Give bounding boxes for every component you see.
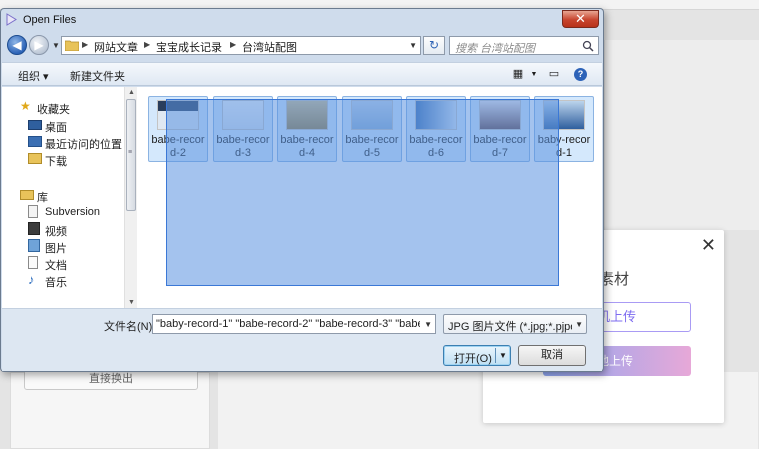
breadcrumb-item[interactable]: 宝宝成长记录 (156, 39, 222, 55)
open-options-chevron-icon[interactable]: ▼ (499, 351, 507, 360)
close-icon[interactable]: ✕ (701, 235, 716, 256)
nav-favorites[interactable]: ★ 收藏夹 (20, 99, 124, 117)
back-arrow-icon[interactable]: ◀ (7, 35, 27, 55)
nav-item-documents[interactable]: 文档 (28, 255, 124, 272)
nav-item-music[interactable]: ♪ 音乐 (28, 272, 124, 289)
document-library-icon (28, 256, 38, 269)
music-note-icon: ♪ (28, 272, 35, 287)
forward-arrow-icon[interactable]: ▶ (29, 35, 49, 55)
nav-item-subversion[interactable]: Subversion (28, 204, 124, 221)
background-side-panel (604, 40, 759, 230)
split-divider (495, 348, 496, 363)
search-placeholder: 搜索 台湾站配图 (455, 43, 536, 55)
scroll-up-icon[interactable]: ▲ (128, 89, 135, 96)
nav-item-pictures[interactable]: 图片 (28, 238, 124, 255)
star-icon: ★ (20, 99, 31, 113)
library-icon (20, 190, 34, 200)
recent-locations-dropdown-icon[interactable]: ▼ (52, 41, 60, 50)
filename-label: 文件名(N): (104, 321, 156, 333)
document-library-icon (28, 205, 38, 218)
scrollbar-grip-icon: ≡ (128, 149, 133, 156)
nav-item-desktop[interactable]: 桌面 (28, 117, 124, 134)
recent-places-icon (28, 136, 42, 147)
breadcrumb-separator-icon[interactable]: ▶ (144, 40, 150, 49)
chevron-down-icon[interactable]: ▼ (575, 320, 583, 329)
open-files-dialog: Open Files ✕ ◀ ▶ ▼ ▶ 网站文章 ▶ 宝宝成长记录 ▶ 台湾站… (0, 8, 604, 372)
selection-marquee (166, 99, 559, 286)
address-bar[interactable]: ▶ 网站文章 ▶ 宝宝成长记录 ▶ 台湾站配图 ▼ (61, 36, 421, 55)
chevron-down-icon[interactable]: ▼ (424, 320, 432, 329)
filename-value: "baby-record-1" "babe-record-2" "babe-re… (156, 318, 420, 330)
navigation-pane: ★ 收藏夹 桌面 最近访问的位置 下载 库 Subversion 视频 图片 文… (2, 87, 124, 308)
downloads-folder-icon (28, 153, 42, 164)
cancel-button[interactable]: 取消 (518, 345, 586, 366)
dialog-bottom-panel: 文件名(N): "baby-record-1" "babe-record-2" … (2, 308, 602, 371)
picture-library-icon (28, 239, 40, 252)
file-type-select[interactable]: JPG 图片文件 (*.jpg;*.pjpeg;*. ▼ (443, 314, 587, 334)
dialog-titlebar[interactable]: Open Files ✕ (1, 9, 603, 31)
open-button[interactable]: 打开(O) ▼ (443, 345, 511, 366)
preview-pane-icon[interactable]: ▭ (546, 67, 562, 82)
nav-item-recent[interactable]: 最近访问的位置 (28, 134, 124, 151)
search-icon[interactable] (582, 40, 594, 52)
desktop-icon (28, 120, 42, 130)
nav-libraries[interactable]: 库 (20, 187, 124, 204)
chevron-down-icon[interactable]: ▼ (409, 41, 417, 50)
file-type-value: JPG 图片文件 (*.jpg;*.pjpeg;*. (448, 321, 572, 333)
scroll-down-icon[interactable]: ▼ (128, 299, 135, 306)
app-icon (6, 13, 17, 26)
organize-menu[interactable]: 组织 ▾ (18, 68, 49, 84)
breadcrumb-separator-icon[interactable]: ▶ (82, 40, 88, 49)
dialog-toolbar: 组织 ▾ 新建文件夹 ▦ ▼ ▭ ? (2, 62, 602, 86)
view-options-icon[interactable]: ▦ (510, 67, 526, 82)
breadcrumb-item[interactable]: 网站文章 (94, 39, 138, 55)
help-icon[interactable]: ? (574, 68, 587, 81)
refresh-icon[interactable]: ↻ (423, 36, 445, 55)
nav-item-downloads[interactable]: 下载 (28, 151, 124, 168)
dialog-title: Open Files (23, 14, 77, 26)
close-button[interactable]: ✕ (562, 10, 599, 28)
filename-input[interactable]: "baby-record-1" "babe-record-2" "babe-re… (152, 314, 436, 334)
breadcrumb-item[interactable]: 台湾站配图 (242, 39, 297, 55)
chevron-down-icon[interactable]: ▼ (526, 67, 542, 82)
new-folder-button[interactable]: 新建文件夹 (70, 68, 125, 84)
search-input[interactable]: 搜索 台湾站配图 (449, 36, 599, 55)
address-row: ◀ ▶ ▼ ▶ 网站文章 ▶ 宝宝成长记录 ▶ 台湾站配图 ▼ ↻ 搜索 台湾站… (5, 33, 599, 59)
breadcrumb-separator-icon[interactable]: ▶ (230, 40, 236, 49)
video-library-icon (28, 222, 40, 235)
folder-icon (65, 40, 79, 51)
open-button-label: 打开(O) (454, 353, 492, 365)
navigation-scrollbar[interactable]: ▲ ≡ ▼ (124, 87, 137, 308)
nav-item-videos[interactable]: 视频 (28, 221, 124, 238)
